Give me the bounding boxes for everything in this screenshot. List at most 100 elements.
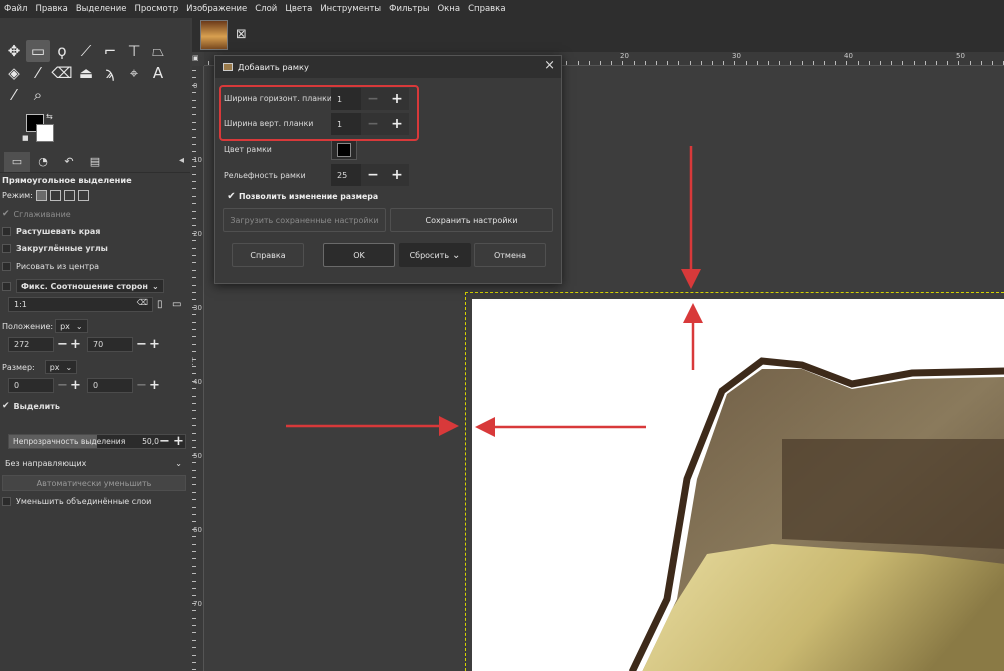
position-unit-combo[interactable]: px ⌄ xyxy=(55,319,88,333)
vertical-ruler[interactable]: 0 10 20 30 40 50 60 70 xyxy=(192,66,204,671)
bucket-fill-tool-icon[interactable]: ◈ xyxy=(2,62,26,84)
ruler-tick xyxy=(192,625,196,626)
allow-resize-option[interactable]: ✔ Позволить изменение размера xyxy=(227,191,378,202)
ruler-tick xyxy=(746,61,747,65)
border-color-button[interactable] xyxy=(331,140,357,160)
antialias-option[interactable]: ✔ Сглаживание xyxy=(2,209,71,219)
plus-icon[interactable]: + xyxy=(385,164,409,186)
clear-icon[interactable]: ⌫ xyxy=(137,298,148,307)
menu-select[interactable]: Выделение xyxy=(76,0,127,18)
ratio-field[interactable]: 1:1 ⌫ xyxy=(8,297,153,312)
eraser-tool-icon[interactable]: ⌫ xyxy=(50,62,74,84)
menu-help[interactable]: Справка xyxy=(468,0,505,18)
clone-tool-icon[interactable]: ⏏ xyxy=(74,62,98,84)
image-thumbnail[interactable] xyxy=(200,20,228,50)
ruler-label: 30 xyxy=(732,52,741,60)
reset-colors-icon[interactable]: ■ xyxy=(22,134,29,142)
plus-icon[interactable]: + xyxy=(149,337,160,352)
ok-button[interactable]: OK xyxy=(323,243,395,267)
crop-tool-icon[interactable]: ⌐ xyxy=(98,40,122,62)
minus-icon[interactable]: − xyxy=(136,378,147,393)
menu-view[interactable]: Просмотр xyxy=(134,0,178,18)
pos-x-field[interactable]: 272 xyxy=(8,337,54,352)
landscape-icon[interactable]: ▭ xyxy=(172,297,181,312)
mode-subtract-icon[interactable] xyxy=(63,190,75,201)
menu-filters[interactable]: Фильтры xyxy=(389,0,429,18)
feather-option[interactable]: Растушевать края xyxy=(2,227,100,236)
tab-device-status[interactable]: ◔ xyxy=(30,152,56,172)
plus-icon[interactable]: + xyxy=(173,434,184,449)
highlight-option[interactable]: ✔ Выделить xyxy=(2,401,60,411)
portrait-icon[interactable]: ▯ xyxy=(157,297,163,312)
ruler-tick xyxy=(192,255,196,256)
fuzzy-select-tool-icon[interactable]: ⟋ xyxy=(74,40,98,62)
menu-edit[interactable]: Правка xyxy=(35,0,67,18)
mode-add-icon[interactable] xyxy=(49,190,61,201)
ruler-tick xyxy=(192,307,196,308)
background-color-swatch[interactable] xyxy=(36,124,54,142)
menu-colors[interactable]: Цвета xyxy=(285,0,312,18)
feather-checkbox[interactable] xyxy=(2,227,11,236)
smudge-tool-icon[interactable]: ϡ xyxy=(98,62,122,84)
help-button[interactable]: Справка xyxy=(232,243,304,267)
guides-combo[interactable]: Без направляющих ⌄ xyxy=(2,455,186,471)
transform-tool-icon[interactable]: ⊤ xyxy=(122,40,146,62)
menu-file[interactable]: Файл xyxy=(4,0,27,18)
auto-shrink-button[interactable]: Автоматически уменьшить xyxy=(2,475,186,491)
mode-label: Режим: xyxy=(2,191,33,200)
size-h-field[interactable]: 0 xyxy=(87,378,133,393)
fixed-combo[interactable]: Фикс. Соотношение сторон ⌄ xyxy=(16,279,164,293)
rect-select-tool-icon[interactable]: ▭ xyxy=(26,40,50,62)
merged-checkbox[interactable] xyxy=(2,497,11,506)
menu-windows[interactable]: Окна xyxy=(437,0,460,18)
swap-colors-icon[interactable]: ⇆ xyxy=(46,112,53,121)
close-icon[interactable]: × xyxy=(544,58,555,73)
move-tool-icon[interactable]: ✥ xyxy=(2,40,26,62)
navigate-icon[interactable]: ▣ xyxy=(192,54,202,64)
reset-button[interactable]: Сбросить ⌄ xyxy=(399,243,471,267)
minus-icon[interactable]: − xyxy=(57,378,68,393)
close-image-icon[interactable]: ⊠ xyxy=(236,27,247,42)
check-icon[interactable]: ✔ xyxy=(227,191,236,202)
plus-icon[interactable]: + xyxy=(70,337,81,352)
ruler-label: 50 xyxy=(956,52,965,60)
from-center-checkbox[interactable] xyxy=(2,262,11,271)
ruler-tick xyxy=(192,351,196,352)
dock-menu-icon[interactable]: ◂ xyxy=(179,155,184,166)
mode-intersect-icon[interactable] xyxy=(77,190,89,201)
lasso-tool-icon[interactable]: ϙ xyxy=(50,40,74,62)
text-tool-icon[interactable]: A xyxy=(146,62,170,84)
minus-icon[interactable]: − xyxy=(136,337,147,352)
minus-icon[interactable]: − xyxy=(57,337,68,352)
mode-replace-icon[interactable] xyxy=(35,190,47,201)
canvas-image[interactable] xyxy=(472,299,1004,671)
color-picker-tool-icon[interactable]: ⁄ xyxy=(2,84,26,106)
bevel-input[interactable]: 25 xyxy=(331,164,361,186)
menu-layer[interactable]: Слой xyxy=(255,0,277,18)
from-center-option[interactable]: Рисовать из центра xyxy=(2,262,99,271)
warp-tool-icon[interactable]: ⏢ xyxy=(146,40,170,62)
dock-grip-icon[interactable]: ⋮ xyxy=(188,357,197,367)
minus-icon[interactable]: − xyxy=(361,164,385,186)
zoom-tool-icon[interactable]: ⌕ xyxy=(26,84,50,106)
size-w-field[interactable]: 0 xyxy=(8,378,54,393)
menu-tools[interactable]: Инструменты xyxy=(320,0,381,18)
load-settings-button[interactable]: Загрузить сохраненные настройки xyxy=(223,208,386,232)
fixed-checkbox[interactable] xyxy=(2,281,11,291)
cancel-button[interactable]: Отмена xyxy=(474,243,546,267)
paths-tool-icon[interactable]: ⌖ xyxy=(122,62,146,84)
pos-y-field[interactable]: 70 xyxy=(87,337,133,352)
rounded-option[interactable]: Закруглённые углы xyxy=(2,244,108,253)
merged-option[interactable]: Уменьшить объединённые слои xyxy=(2,497,151,506)
minus-icon[interactable]: − xyxy=(159,434,170,449)
tab-images[interactable]: ▤ xyxy=(82,152,108,172)
tab-tool-options[interactable]: ▭ xyxy=(4,151,30,172)
paintbrush-tool-icon[interactable]: ⁄ xyxy=(26,62,50,84)
plus-icon[interactable]: + xyxy=(149,378,160,393)
size-unit-combo[interactable]: px ⌄ xyxy=(44,360,78,374)
menu-image[interactable]: Изображение xyxy=(186,0,247,18)
save-settings-button[interactable]: Сохранить настройки xyxy=(390,208,553,232)
tab-undo-history[interactable]: ↶ xyxy=(56,152,82,172)
rounded-checkbox[interactable] xyxy=(2,244,11,253)
plus-icon[interactable]: + xyxy=(70,378,81,393)
